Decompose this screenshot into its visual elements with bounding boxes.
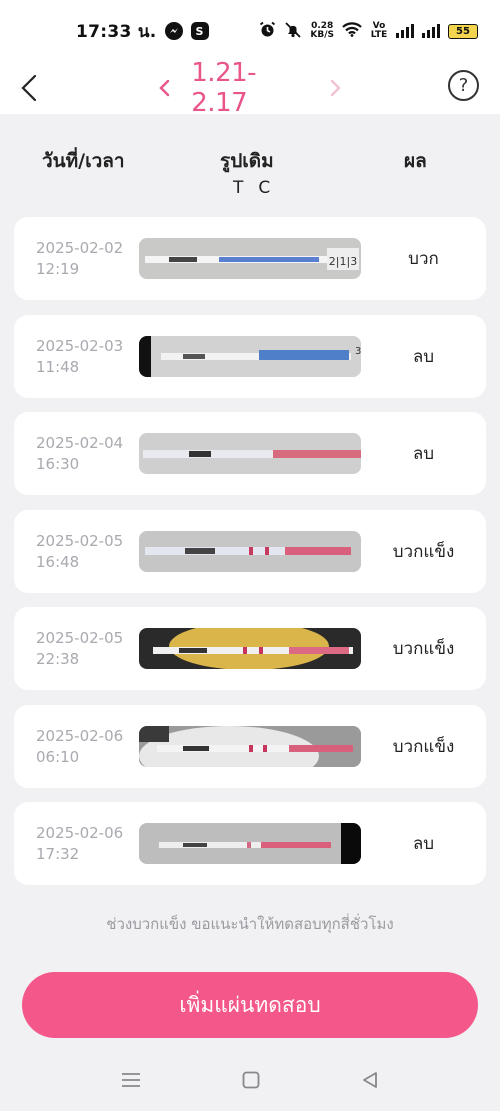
record-time: 06:10 <box>36 747 80 766</box>
record-datetime: 2025-02-05 16:48 <box>36 531 123 573</box>
speed-unit: KB/S <box>310 30 334 40</box>
test-strip-photo[interactable]: 2|1|3 <box>139 238 361 279</box>
chevron-right-icon <box>331 79 342 97</box>
test-strip-photo[interactable] <box>139 530 361 572</box>
home-icon[interactable] <box>239 1068 263 1092</box>
add-test-strip-button[interactable]: เพิ่มแผ่นทดสอบ <box>22 972 478 1038</box>
column-tc-label: TC <box>233 178 287 198</box>
column-headers: วันที่/เวลา รูปเดิม TC ผล <box>0 142 500 206</box>
back-button[interactable] <box>14 68 44 108</box>
record-time: 16:48 <box>36 552 80 571</box>
record-date: 2025-02-05 <box>36 531 124 550</box>
test-record[interactable]: 2025-02-02 12:19 2|1|3 บวก <box>14 217 486 300</box>
column-result: ผล <box>404 150 427 172</box>
back-triangle-icon[interactable] <box>358 1068 382 1092</box>
test-record[interactable]: 2025-02-04 16:30 ลบ <box>14 412 486 495</box>
record-date: 2025-02-04 <box>36 434 124 452</box>
question-icon: ? <box>458 75 469 96</box>
record-time: 22:38 <box>36 650 80 668</box>
chevron-left-icon <box>158 79 169 97</box>
messenger-icon <box>164 22 183 40</box>
next-range-button[interactable] <box>323 68 350 108</box>
test-strip-photo[interactable] <box>139 433 361 474</box>
test-strip-photo[interactable] <box>139 823 361 864</box>
record-date: 2025-02-02 <box>36 239 124 257</box>
record-datetime: 2025-02-02 12:19 <box>36 238 123 280</box>
record-time: 17:32 <box>36 845 80 863</box>
signal-icon <box>396 24 414 38</box>
s-app-icon: S <box>190 22 209 40</box>
test-strip-photo[interactable] <box>139 725 361 767</box>
testing-advice-note: ช่วงบวกแข็ง ขอแนะนำให้ทดสอบทุกสี่ชั่วโมง <box>106 915 394 933</box>
record-result: บวกแข็ง <box>392 639 455 659</box>
status-bar: 17:33 น. S 0.28 KB/S Vo LTE 55 <box>0 0 500 62</box>
record-time: 11:48 <box>36 357 80 376</box>
column-date-time: วันที่/เวลา <box>42 150 125 172</box>
strip-handwritten-mark: 2|1|3 <box>329 255 357 268</box>
test-record[interactable]: 2025-02-06 17:32 ลบ <box>14 802 486 885</box>
test-strip-photo[interactable] <box>139 628 361 669</box>
record-date: 2025-02-05 <box>36 629 124 647</box>
record-date: 2025-02-06 <box>36 824 124 842</box>
record-result: ลบ <box>412 444 435 464</box>
record-datetime: 2025-02-03 11:48 <box>36 336 123 378</box>
record-result: บวกแข็ง <box>392 736 455 757</box>
record-date: 2025-02-06 <box>36 726 124 745</box>
test-record[interactable]: 2025-02-03 11:48 3 ลบ <box>14 314 486 398</box>
test-record[interactable]: 2025-02-05 22:38 บวกแข็ง <box>14 607 486 690</box>
previous-range-button[interactable] <box>150 68 177 108</box>
header: 1.21-2.17 ? <box>0 58 500 118</box>
record-time: 12:19 <box>36 260 80 278</box>
menu-icon[interactable] <box>119 1068 143 1092</box>
test-records-list: 2025-02-02 12:19 2|1|3 บวก 2025-02-03 11… <box>14 217 486 900</box>
test-record[interactable]: 2025-02-05 16:48 บวกแข็ง <box>14 509 486 593</box>
volte-label: Vo LTE <box>370 21 388 40</box>
record-result: ลบ <box>412 346 435 367</box>
status-time: 17:33 น. <box>76 21 157 42</box>
test-record[interactable]: 2025-02-06 06:10 บวกแข็ง <box>14 704 486 788</box>
help-button[interactable]: ? <box>448 70 479 101</box>
record-result: บวก <box>408 249 439 269</box>
alarm-icon <box>259 21 276 42</box>
back-arrow-icon <box>21 74 37 102</box>
record-result: บวกแข็ง <box>392 541 455 562</box>
wifi-icon <box>342 21 362 41</box>
record-datetime: 2025-02-06 17:32 <box>36 823 123 865</box>
record-datetime: 2025-02-05 22:38 <box>36 628 123 670</box>
record-date: 2025-02-03 <box>36 336 124 355</box>
column-original-image: รูปเดิม <box>220 150 274 172</box>
network-speed: 0.28 KB/S <box>310 22 334 40</box>
signal-icon <box>422 24 440 38</box>
mute-icon <box>284 21 302 42</box>
record-datetime: 2025-02-04 16:30 <box>36 433 123 475</box>
battery-icon: 55 <box>448 23 478 39</box>
date-range-label: 1.21-2.17 <box>191 58 257 118</box>
system-navigation-bar <box>0 1050 500 1111</box>
record-datetime: 2025-02-06 06:10 <box>36 726 123 768</box>
record-time: 16:30 <box>36 455 80 473</box>
record-result: ลบ <box>412 834 435 854</box>
test-strip-photo[interactable]: 3 <box>139 335 361 377</box>
date-range-navigator: 1.21-2.17 <box>150 58 350 118</box>
